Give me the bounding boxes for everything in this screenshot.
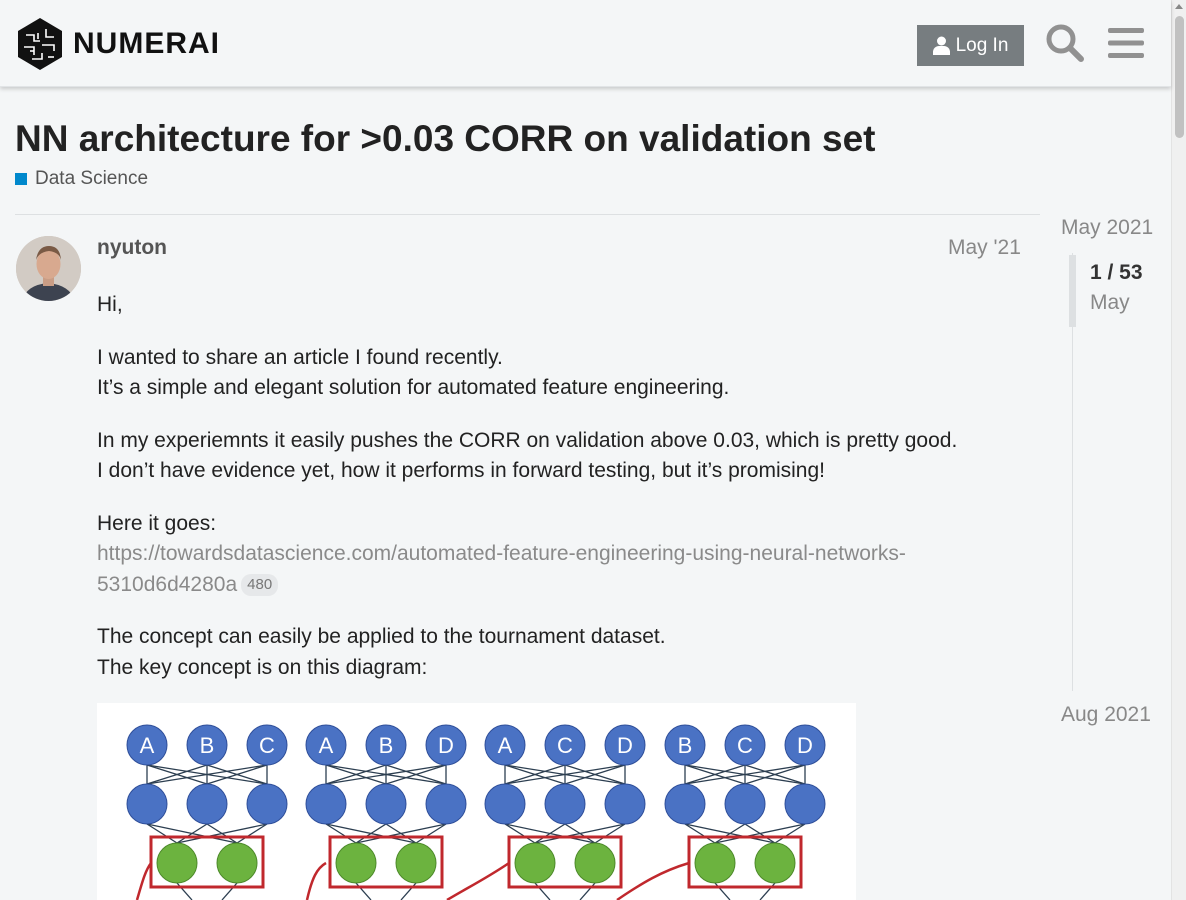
post-paragraph: In my experiemnts it easily pushes the C… — [97, 426, 1027, 487]
nn-architecture-diagram[interactable]: ABCABDACDBCD — [97, 703, 856, 900]
connector-curve — [616, 861, 690, 900]
input-node-label: B — [379, 733, 394, 758]
output-node — [156, 842, 198, 884]
post-paragraph: Hi, — [97, 290, 1027, 321]
hidden-node — [484, 783, 526, 825]
output-node — [574, 842, 616, 884]
post-text: The key concept is on this diagram: — [97, 655, 428, 679]
scroll-up-arrow-icon[interactable] — [1175, 4, 1183, 9]
input-node-label: D — [617, 733, 633, 758]
post-body: Hi, I wanted to share an article I found… — [97, 290, 1027, 705]
hidden-node — [246, 783, 288, 825]
hidden-node — [724, 783, 766, 825]
category-badge[interactable]: Data Science — [15, 168, 148, 190]
post-text: The concept can easily be applied to the… — [97, 625, 666, 648]
hidden-node — [186, 783, 228, 825]
post-paragraph: Here it goes: https://towardsdatascience… — [97, 509, 1027, 601]
page-scrollbar[interactable] — [1171, 0, 1186, 900]
post-paragraph: I wanted to share an article I found rec… — [97, 343, 1027, 404]
post-text: Hi, — [97, 293, 123, 316]
timeline-handle[interactable] — [1069, 255, 1076, 327]
user-avatar-image — [16, 236, 81, 301]
input-node-label: A — [140, 733, 155, 758]
hidden-node — [784, 783, 826, 825]
diagram-canvas: ABCABDACDBCD — [126, 724, 826, 900]
brand-name: NUMERAI — [73, 27, 220, 60]
input-node-label: A — [319, 733, 334, 758]
post-text: Here it goes: — [97, 511, 217, 535]
post-text: It’s a simple and elegant solution for a… — [97, 376, 730, 399]
topic-divider — [15, 214, 1040, 215]
article-link[interactable]: https://towardsdatascience.com/automated… — [97, 542, 906, 596]
timeline-current-month: May — [1090, 291, 1130, 314]
numerai-logo-icon — [18, 18, 62, 70]
category-color-swatch — [15, 173, 27, 185]
search-icon[interactable] — [1045, 23, 1085, 63]
connector-curve — [446, 861, 510, 900]
topic-title[interactable]: NN architecture for >0.03 CORR on valida… — [15, 118, 875, 160]
timeline-post-position: 1 / 53 — [1090, 261, 1143, 284]
hidden-node — [544, 783, 586, 825]
post-text: In my experiemnts it easily pushes the C… — [97, 428, 958, 452]
output-node — [335, 842, 377, 884]
output-node — [216, 842, 258, 884]
hidden-node — [365, 783, 407, 825]
input-node-label: C — [737, 733, 753, 758]
output-node — [754, 842, 796, 884]
site-header: NUMERAI Log In — [0, 0, 1171, 87]
numerai-logo[interactable]: NUMERAI — [16, 17, 220, 71]
post-text: I wanted to share an article I found rec… — [97, 345, 503, 369]
avatar[interactable] — [16, 236, 81, 301]
hidden-node — [604, 783, 646, 825]
hidden-node — [664, 783, 706, 825]
login-label: Log In — [955, 34, 1009, 56]
input-node-label: D — [797, 733, 813, 758]
input-node-label: C — [259, 733, 275, 758]
user-icon — [932, 36, 950, 55]
post-paragraph: The concept can easily be applied to the… — [97, 622, 1027, 683]
category-label: Data Science — [35, 168, 149, 189]
connector-curve — [305, 861, 327, 900]
output-node — [694, 842, 736, 884]
input-node-label: B — [200, 733, 215, 758]
connector-curve — [135, 862, 153, 900]
hamburger-menu-icon[interactable] — [1108, 26, 1144, 60]
hidden-node — [425, 783, 467, 825]
timeline-start-date[interactable]: May 2021 — [1061, 216, 1153, 240]
scroll-thumb[interactable] — [1175, 16, 1184, 138]
post-text: I don’t have evidence yet, how it perfor… — [97, 459, 825, 482]
hidden-node — [126, 783, 168, 825]
output-node — [395, 842, 437, 884]
input-node-label: D — [438, 733, 454, 758]
output-node — [514, 842, 556, 884]
post-author-username[interactable]: nyuton — [97, 236, 167, 260]
input-node-label: B — [678, 733, 693, 758]
post-date[interactable]: May '21 — [948, 236, 1021, 260]
input-node-label: A — [498, 733, 513, 758]
login-button[interactable]: Log In — [917, 25, 1024, 66]
hidden-node — [305, 783, 347, 825]
link-click-count-badge: 480 — [241, 573, 279, 596]
timeline-end-date[interactable]: Aug 2021 — [1061, 703, 1151, 727]
input-node-label: C — [557, 733, 573, 758]
